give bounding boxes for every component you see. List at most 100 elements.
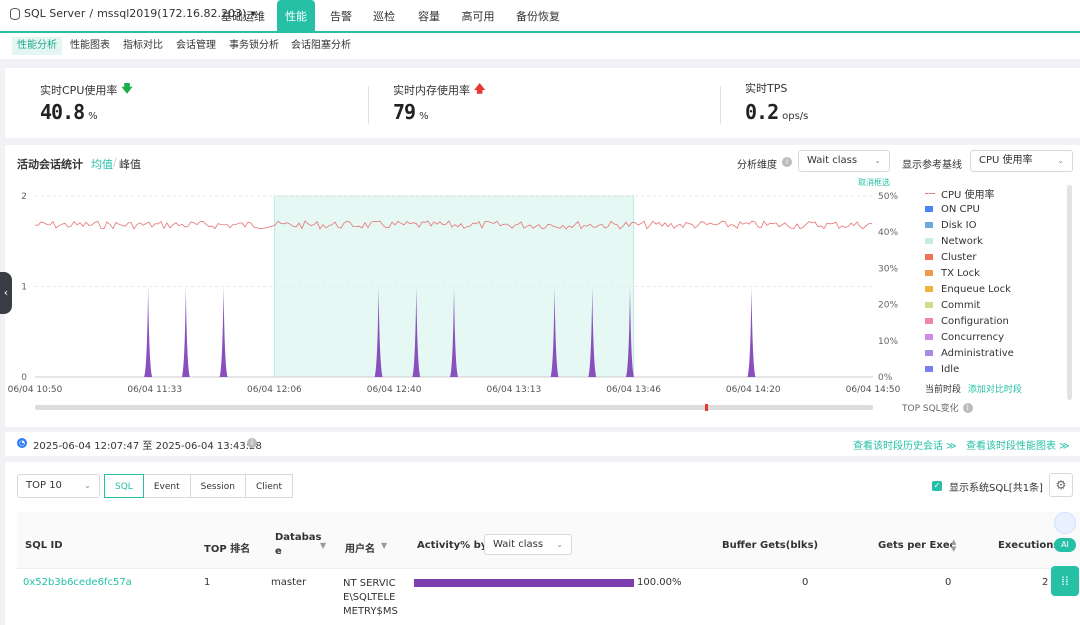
legend-item[interactable]: Configuration	[925, 313, 1065, 329]
subnav-session-block[interactable]: 会话阻塞分析	[286, 37, 356, 55]
session-spike	[219, 286, 228, 377]
y-tick-label: 1	[21, 283, 27, 293]
collapse-handle[interactable]: ‹	[0, 272, 12, 314]
range-end: 2025-06-04 13:43:28	[155, 441, 262, 452]
table-row[interactable]: 0x52b3b6cede6fc57a 1 master NT SERVIC E\…	[17, 569, 1080, 625]
legend-item[interactable]: Commit	[925, 297, 1065, 313]
mode-avg-toggle[interactable]: 均值	[91, 156, 113, 172]
chevron-down-icon: ⌄	[84, 481, 91, 490]
y2-tick-label: 50%	[878, 192, 898, 202]
session-spike	[144, 286, 153, 377]
top-n-select[interactable]: TOP 10 ⌄	[17, 474, 100, 498]
legend-swatch	[925, 366, 933, 372]
y2-tick-label: 20%	[878, 301, 898, 311]
mode-separator: /	[113, 156, 117, 169]
show-sys-sql-checkbox[interactable]: ✓	[932, 481, 942, 491]
cell-activity: 100.00%	[637, 577, 682, 588]
sort-icon[interactable]: ▲ ▼	[951, 539, 956, 553]
x-tick-label: 06/04 14:20	[726, 385, 781, 395]
tab-backup-restore[interactable]: 备份恢复	[510, 0, 566, 31]
legend-item[interactable]: Disk IO	[925, 217, 1065, 233]
ai-assistant-icon[interactable]: AI	[1053, 508, 1077, 560]
metric-memory-label: 实时内存使用率	[393, 83, 470, 97]
menu-icon[interactable]: ⁞⁞	[1051, 566, 1079, 596]
tab-inspection[interactable]: 巡检	[367, 0, 401, 31]
add-compare-link[interactable]: 添加对比时段	[968, 385, 1022, 395]
dim-label: 分析维度	[737, 160, 777, 171]
top-sql-panel: TOP 10 ⌄ SQL Event Session Client ✓ 显示系统…	[5, 462, 1080, 625]
top-sql-change-label[interactable]: TOP SQL变化	[902, 401, 959, 414]
legend-swatch	[925, 318, 933, 324]
subnav-txn-lock[interactable]: 事务锁分析	[224, 37, 284, 55]
perf-chart-link[interactable]: 查看该时段性能图表 ≫	[966, 437, 1070, 452]
gear-icon[interactable]: ⚙	[1049, 473, 1073, 497]
subnav-metric-compare[interactable]: 指标对比	[118, 37, 168, 55]
chart-title: 活动会话统计	[17, 158, 83, 171]
legend-label: TX Lock	[941, 267, 980, 279]
tab-basic-ops[interactable]: 基础运维	[218, 0, 268, 31]
cell-rank: 1	[204, 577, 211, 588]
segment-event[interactable]: Event	[143, 474, 191, 498]
tab-performance[interactable]: 性能	[277, 0, 315, 31]
sub-nav: 性能分析 性能图表 指标对比 会话管理 事务锁分析 会话阻塞分析	[0, 33, 1080, 59]
session-spike	[747, 286, 756, 377]
col-sql-id: SQL ID	[25, 540, 63, 551]
legend-item[interactable]: Enqueue Lock	[925, 281, 1065, 297]
session-spike	[181, 286, 190, 377]
show-sys-sql-label: 显示系统SQL[共1条]	[949, 483, 1043, 494]
subnav-perf-charts[interactable]: 性能图表	[65, 37, 115, 55]
metric-tps-unit: ops/s	[782, 111, 809, 122]
active-session-panel: 活动会话统计 均值 / 峰值 分析维度 i Wait class ⌄ 显示参考基…	[5, 145, 1080, 427]
legend-swatch	[925, 222, 933, 228]
time-range-bar: ◔ 2025-06-04 12:07:47 至 2025-06-04 13:43…	[5, 432, 1080, 456]
legend-label: Enqueue Lock	[941, 283, 1011, 295]
legend-label: ON CPU	[941, 203, 980, 215]
session-chart[interactable]: 0120%10%20%30%40%50%06/04 10:50 06/04 11:…	[5, 185, 905, 420]
legend-item[interactable]: Concurrency	[925, 329, 1065, 345]
segment-session[interactable]: Session	[190, 474, 246, 498]
chart-legend: CPU 使用率 ON CPU Disk IO Network Cluster TX Loc…	[925, 185, 1065, 377]
y-tick-label: 2	[21, 192, 27, 202]
up-arrow-icon: 🡅	[474, 82, 486, 95]
activity-select[interactable]: Wait class ⌄	[484, 534, 572, 555]
cell-gets-per-exec: 0	[945, 577, 952, 588]
metric-cpu-value: 40.8	[40, 100, 85, 124]
history-session-link[interactable]: 查看该时段历史会话 ≫	[853, 437, 957, 452]
legend-scrollbar[interactable]	[1067, 185, 1072, 400]
subnav-session-mgmt[interactable]: 会话管理	[171, 37, 221, 55]
legend-item[interactable]: Cluster	[925, 249, 1065, 265]
mode-peak-toggle[interactable]: 峰值	[119, 156, 141, 172]
ref-baseline-select[interactable]: CPU 使用率 ⌄	[970, 150, 1073, 172]
legend-item[interactable]: TX Lock	[925, 265, 1065, 281]
legend-item[interactable]: Network	[925, 233, 1065, 249]
database-icon	[10, 7, 20, 20]
info-icon[interactable]: i	[782, 157, 792, 167]
legend-item[interactable]: Idle	[925, 361, 1065, 377]
filter-icon[interactable]: ▼	[381, 541, 387, 550]
activity-bar-track	[414, 579, 634, 587]
time-slider-track	[35, 405, 873, 410]
tab-capacity[interactable]: 容量	[411, 0, 447, 31]
info-icon[interactable]: i	[247, 438, 257, 448]
legend-item[interactable]: Administrative	[925, 345, 1065, 361]
segment-client[interactable]: Client	[245, 474, 294, 498]
subnav-perf-analysis[interactable]: 性能分析	[12, 37, 62, 55]
legend-label: CPU 使用率	[941, 189, 995, 201]
legend-swatch	[925, 192, 935, 194]
segment-sql[interactable]: SQL	[104, 474, 144, 498]
tab-alert[interactable]: 告警	[324, 0, 358, 31]
cell-database: master	[271, 577, 307, 588]
tab-high-availability[interactable]: 高可用	[457, 0, 499, 31]
col-activity: Activity% by	[417, 540, 488, 551]
metric-tps-label: 实时TPS	[745, 82, 788, 95]
info-icon[interactable]: i	[962, 402, 973, 413]
legend-item[interactable]: CPU 使用率	[925, 185, 1065, 201]
col-database: Databas e	[275, 532, 322, 557]
dim-select[interactable]: Wait class ⌄	[798, 150, 890, 172]
activity-bar	[414, 579, 634, 587]
y2-tick-label: 30%	[878, 264, 898, 274]
filter-icon[interactable]: ▼	[320, 541, 326, 550]
legend-label: Cluster	[941, 251, 977, 263]
sql-id-link[interactable]: 0x52b3b6cede6fc57a	[23, 577, 132, 588]
legend-item[interactable]: ON CPU	[925, 201, 1065, 217]
